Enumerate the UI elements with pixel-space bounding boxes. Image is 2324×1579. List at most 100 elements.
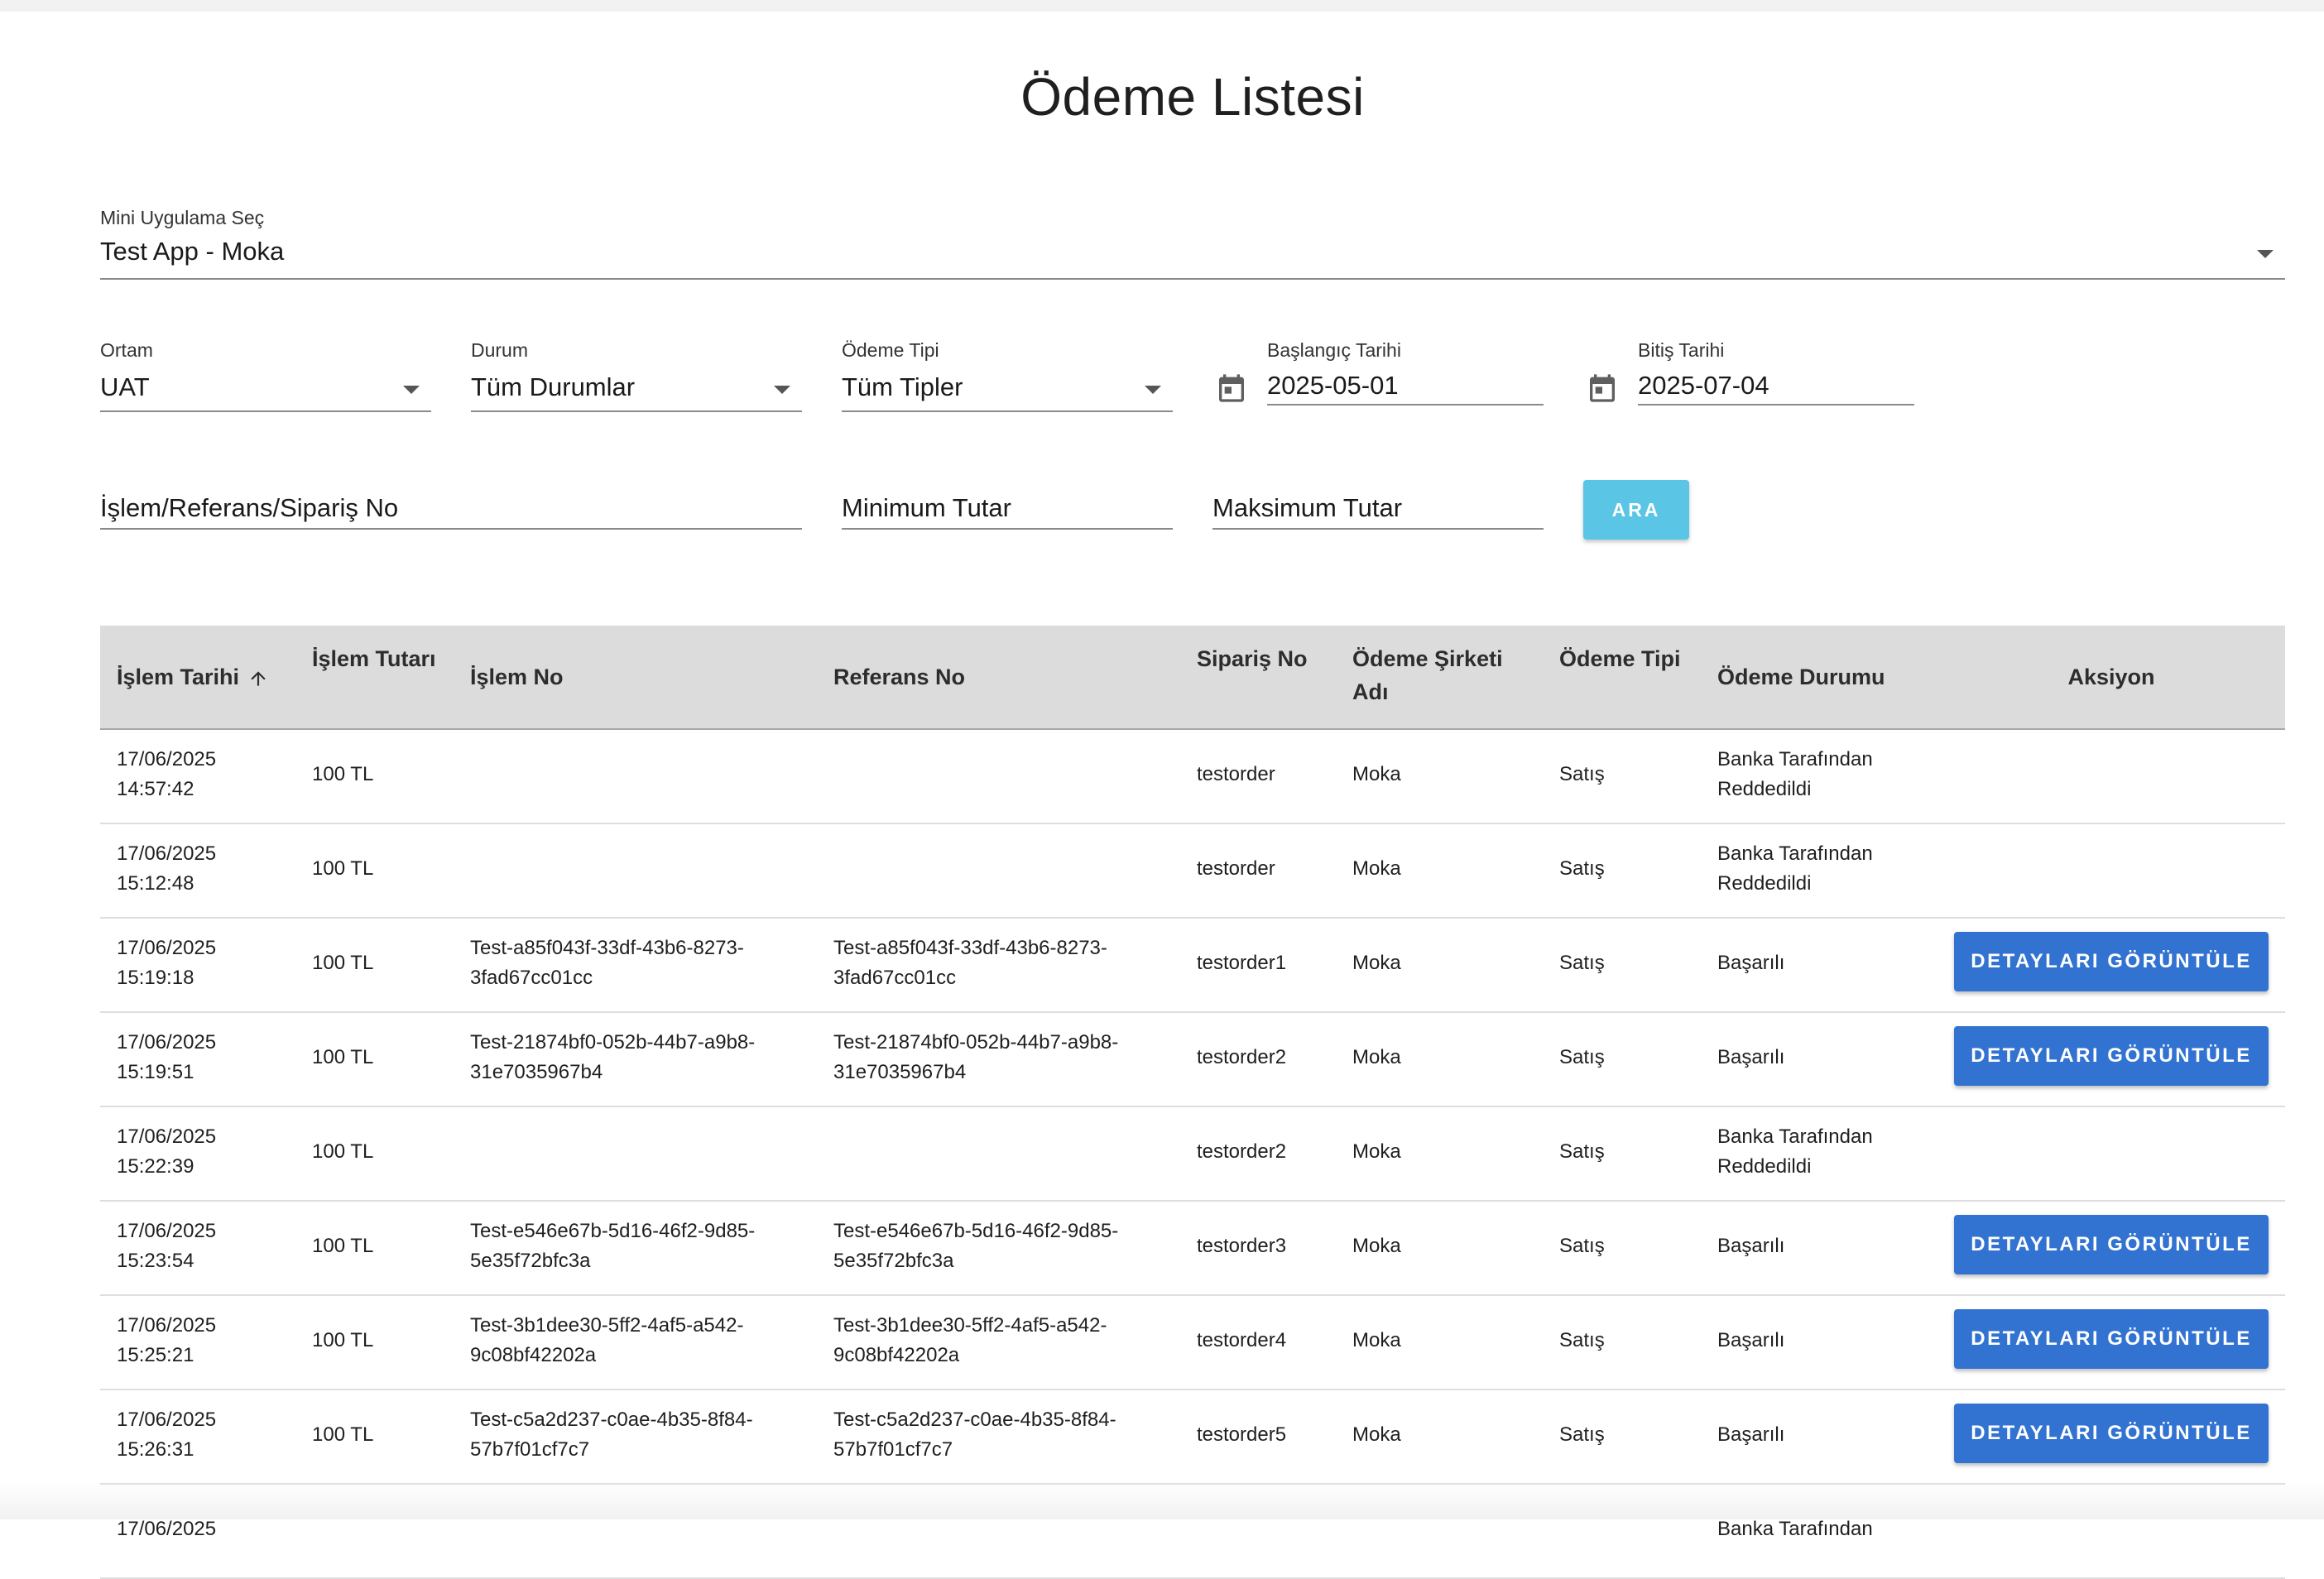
cell-siparis-no: testorder2 bbox=[1197, 1137, 1286, 1167]
odeme-tipi-select[interactable]: Ödeme Tipi Tüm Tipler bbox=[842, 339, 1173, 414]
maksimum-tutar-input[interactable]: Maksimum Tutar bbox=[1212, 488, 1544, 530]
minimum-tutar-underline bbox=[842, 528, 1173, 530]
cell-referans-no-line1: Test-c5a2d237-c0ae-4b35-8f84- bbox=[833, 1409, 1116, 1431]
calendar-icon[interactable] bbox=[1215, 371, 1248, 406]
header-islem-no: İşlem No bbox=[470, 665, 564, 689]
header-odeme-durumu: Ödeme Durumu bbox=[1717, 665, 1885, 689]
maksimum-tutar-underline bbox=[1212, 528, 1544, 530]
cell-odeme-durumu: Başarılı bbox=[1717, 1420, 1784, 1450]
cell-siparis-no-line1: testorder2 bbox=[1197, 1046, 1287, 1068]
cell-odeme-sirketi-line1: Moka bbox=[1352, 1423, 1401, 1446]
cell-referans-no-line1: Test-3b1dee30-5ff2-4af5-a542- bbox=[833, 1314, 1107, 1337]
cell-odeme-tipi-line1: Satış bbox=[1559, 1329, 1605, 1351]
cell-islem-no-line2: 57b7f01cf7c7 bbox=[470, 1438, 590, 1461]
cell-odeme-durumu: Başarılı bbox=[1717, 1326, 1784, 1356]
app-select-underline bbox=[100, 278, 2285, 280]
cell-islem-tutari: 100 TL bbox=[312, 1231, 373, 1261]
calendar-icon[interactable] bbox=[1586, 371, 1619, 406]
header-odeme-sirketi-line2: Adı bbox=[1352, 679, 1389, 704]
minimum-tutar-placeholder: Minimum Tutar bbox=[842, 493, 1011, 522]
cell-odeme-sirketi: Moka bbox=[1352, 854, 1401, 884]
app-select-value: Test App - Moka bbox=[100, 237, 285, 266]
cell-siparis-no: testorder bbox=[1197, 760, 1275, 790]
cell-islem-tarihi: 17/06/2025 15:12:48 bbox=[117, 839, 216, 899]
chevron-down-icon bbox=[403, 386, 420, 394]
cell-odeme-durumu-line1: Banka Tarafından bbox=[1717, 748, 1873, 770]
odeme-tipi-label: Ödeme Tipi bbox=[842, 339, 939, 361]
cell-siparis-no-line1: testorder bbox=[1197, 763, 1275, 785]
cell-islem-tutari: 100 TL bbox=[312, 1043, 373, 1073]
cell-odeme-tipi: Satış bbox=[1559, 1326, 1605, 1356]
table-body: 17/06/2025 14:57:42 100 TL testorder Moka Sat… bbox=[100, 730, 2285, 1579]
view-details-button[interactable]: DETAYLARI GÖRÜNTÜLE bbox=[1954, 1215, 2269, 1274]
cell-referans-no-line2: 9c08bf42202a bbox=[833, 1344, 960, 1366]
cell-islem-no-line2: 31e7035967b4 bbox=[470, 1061, 603, 1083]
odeme-tipi-underline bbox=[842, 410, 1173, 412]
cell-odeme-durumu: Banka Tarafından Reddedildi bbox=[1717, 1122, 1873, 1182]
cell-siparis-no: testorder2 bbox=[1197, 1043, 1286, 1073]
cell-siparis-no-line1: testorder5 bbox=[1197, 1423, 1287, 1446]
cell-islem-tarihi: 17/06/2025 15:19:51 bbox=[117, 1028, 216, 1087]
baslangic-date-field[interactable]: Başlangıç Tarihi 2025-05-01 bbox=[1267, 339, 1544, 414]
app-select[interactable]: Mini Uygulama Seç Test App - Moka bbox=[100, 207, 2285, 281]
cell-odeme-durumu-line1: Başarılı bbox=[1717, 1423, 1785, 1446]
cell-islem-no-line1: Test-21874bf0-052b-44b7-a9b8- bbox=[470, 1031, 756, 1053]
header-islem-tarihi[interactable]: İşlem Tarihi bbox=[117, 660, 269, 694]
cell-odeme-durumu-line2: Reddedildi bbox=[1717, 1155, 1812, 1178]
bitis-date-field[interactable]: Bitiş Tarihi 2025-07-04 bbox=[1638, 339, 1914, 414]
cell-islem-tutari-line1: 100 TL bbox=[312, 1046, 374, 1068]
cell-odeme-tipi: Satış bbox=[1559, 854, 1605, 884]
cell-referans-no-line2: 3fad67cc01cc bbox=[833, 967, 957, 989]
cell-islem-tarihi: 17/06/2025 15:19:18 bbox=[117, 933, 216, 993]
header-odeme-sirketi: Ödeme Şirketi Adı bbox=[1352, 642, 1503, 708]
view-details-button[interactable]: DETAYLARI GÖRÜNTÜLE bbox=[1954, 932, 2269, 991]
view-details-button[interactable]: DETAYLARI GÖRÜNTÜLE bbox=[1954, 1026, 2269, 1086]
cell-odeme-tipi-line1: Satış bbox=[1559, 952, 1605, 974]
cell-islem-tarihi-line2: 14:57:42 bbox=[117, 778, 194, 800]
cell-odeme-durumu-line1: Başarılı bbox=[1717, 1235, 1785, 1257]
search-button[interactable]: ARA bbox=[1583, 480, 1689, 540]
header-islem-tutari: İşlem Tutarı bbox=[312, 646, 436, 671]
view-details-button[interactable]: DETAYLARI GÖRÜNTÜLE bbox=[1954, 1404, 2269, 1463]
cell-referans-no-line2: 5e35f72bfc3a bbox=[833, 1250, 954, 1272]
ortam-select[interactable]: Ortam UAT bbox=[100, 339, 431, 414]
cell-siparis-no-line1: testorder1 bbox=[1197, 952, 1287, 974]
cell-odeme-durumu-line1: Başarılı bbox=[1717, 952, 1785, 974]
cell-islem-tarihi-line2: 15:19:51 bbox=[117, 1061, 194, 1083]
islem-referans-siparis-input[interactable]: İşlem/Referans/Sipariş No bbox=[100, 488, 802, 530]
cell-referans-no: Test-3b1dee30-5ff2-4af5-a542- 9c08bf42202… bbox=[833, 1311, 1107, 1370]
view-details-button[interactable]: DETAYLARI GÖRÜNTÜLE bbox=[1954, 1309, 2269, 1369]
cell-islem-tutari-line1: 100 TL bbox=[312, 1423, 374, 1446]
cell-referans-no-line1: Test-e546e67b-5d16-46f2-9d85- bbox=[833, 1220, 1119, 1242]
cell-odeme-tipi-line1: Satış bbox=[1559, 1423, 1605, 1446]
cell-islem-no-line2: 5e35f72bfc3a bbox=[470, 1250, 591, 1272]
cell-odeme-durumu-line2: Reddedildi bbox=[1717, 872, 1812, 895]
cell-islem-tarihi-line1: 17/06/2025 bbox=[117, 748, 217, 770]
cell-islem-no-line1: Test-c5a2d237-c0ae-4b35-8f84- bbox=[470, 1409, 753, 1431]
cell-odeme-tipi: Satış bbox=[1559, 760, 1605, 790]
cell-referans-no-line1: Test-21874bf0-052b-44b7-a9b8- bbox=[833, 1031, 1119, 1053]
cell-islem-tarihi: 17/06/2025 15:23:54 bbox=[117, 1217, 216, 1276]
cell-islem-tutari-line1: 100 TL bbox=[312, 1329, 374, 1351]
cell-siparis-no: testorder bbox=[1197, 854, 1275, 884]
cell-referans-no: Test-a85f043f-33df-43b6-8273- 3fad67cc01c… bbox=[833, 933, 1107, 993]
cell-odeme-tipi: Satış bbox=[1559, 1043, 1605, 1073]
baslangic-label: Başlangıç Tarihi bbox=[1267, 339, 1401, 361]
cell-islem-tutari: 100 TL bbox=[312, 1137, 373, 1167]
minimum-tutar-input[interactable]: Minimum Tutar bbox=[842, 488, 1173, 530]
cell-islem-no-line1: Test-3b1dee30-5ff2-4af5-a542- bbox=[470, 1314, 744, 1337]
scroll-fade bbox=[0, 1481, 2324, 1519]
cell-odeme-durumu-line1: Başarılı bbox=[1717, 1046, 1785, 1068]
durum-select[interactable]: Durum Tüm Durumlar bbox=[471, 339, 802, 414]
cell-odeme-tipi-line1: Satış bbox=[1559, 1140, 1605, 1163]
cell-islem-tutari: 100 TL bbox=[312, 1326, 373, 1356]
cell-islem-no: Test-c5a2d237-c0ae-4b35-8f84- 57b7f01cf7c… bbox=[470, 1405, 753, 1465]
cell-odeme-sirketi: Moka bbox=[1352, 1137, 1401, 1167]
cell-odeme-durumu: Başarılı bbox=[1717, 1231, 1784, 1261]
header-odeme-tipi: Ödeme Tipi bbox=[1559, 646, 1681, 671]
cell-islem-no: Test-e546e67b-5d16-46f2-9d85- 5e35f72bfc3… bbox=[470, 1217, 755, 1276]
table-row: 17/06/2025 15:23:54 100 TL Test-e546e67b-5d… bbox=[100, 1202, 2285, 1296]
cell-odeme-tipi-line1: Satış bbox=[1559, 1235, 1605, 1257]
cell-odeme-durumu-line2: Reddedildi bbox=[1717, 778, 1812, 800]
cell-islem-tarihi-line1: 17/06/2025 bbox=[117, 1409, 217, 1431]
